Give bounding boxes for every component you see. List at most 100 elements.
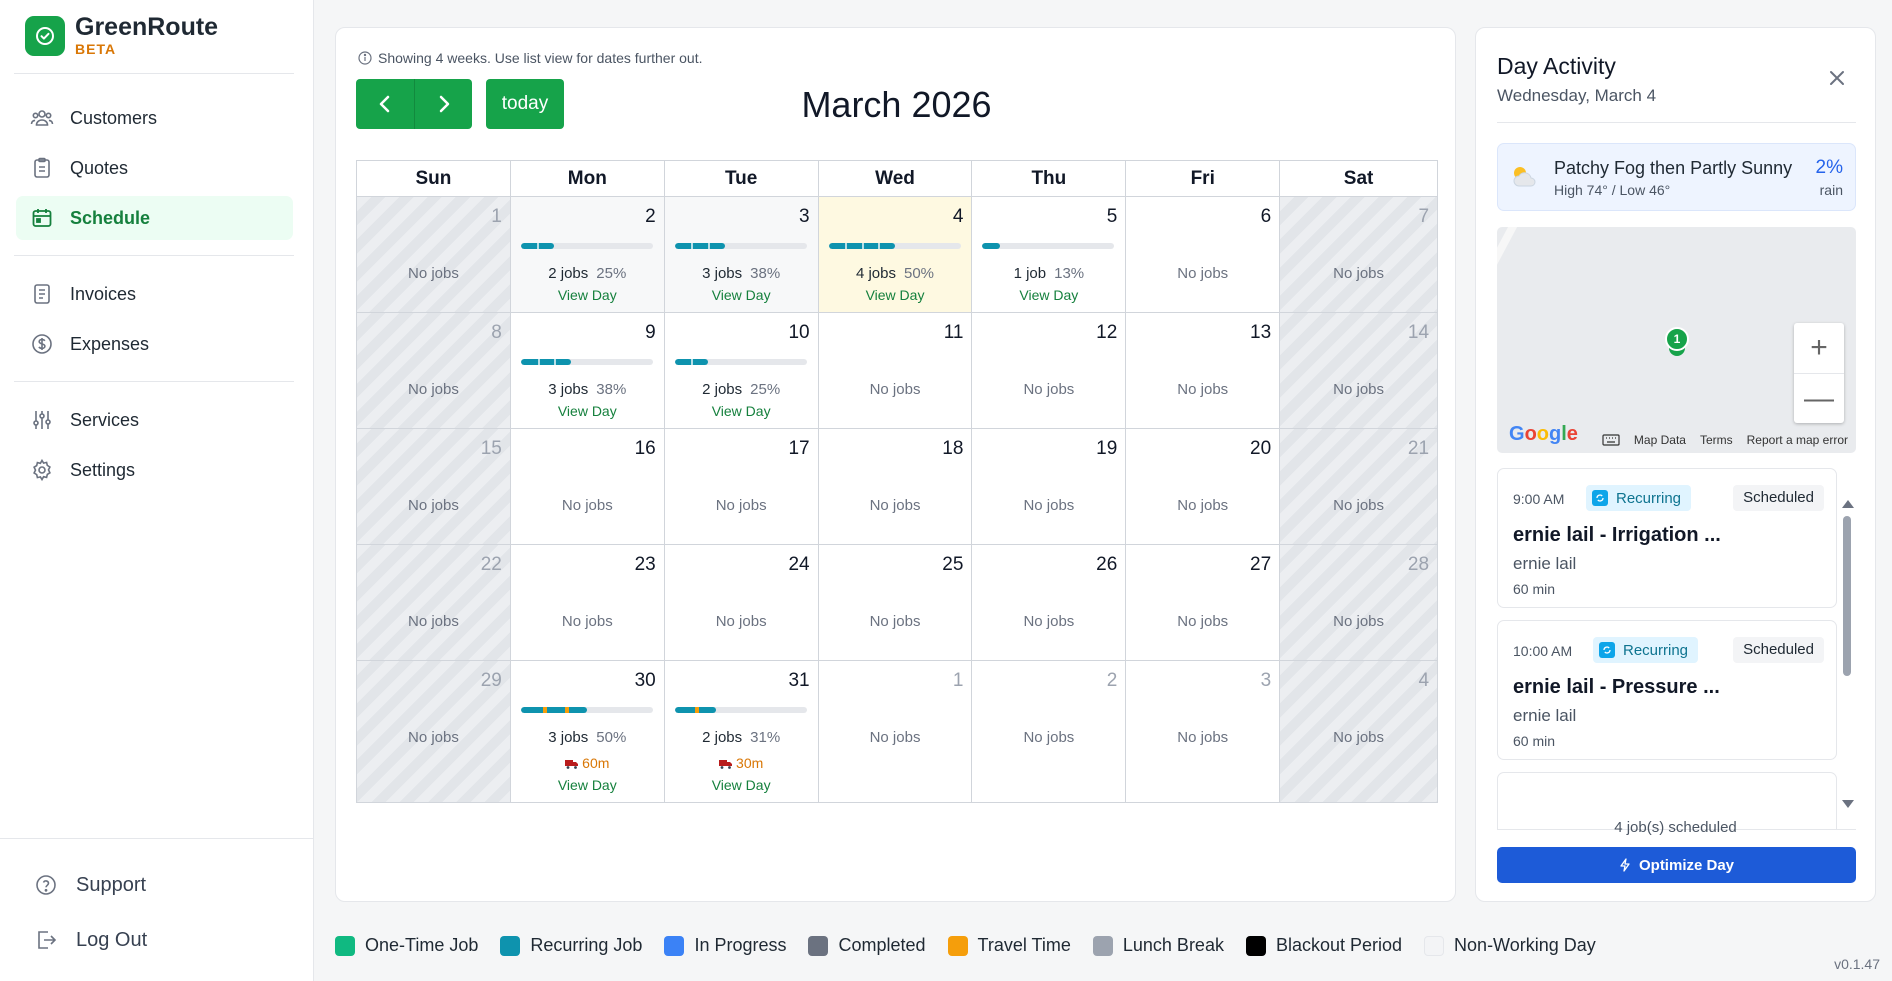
calendar-day-cell[interactable]: 5 1 job 13% View Day (972, 197, 1127, 313)
sidebar-item-quotes[interactable]: Quotes (16, 146, 293, 190)
today-button[interactable]: today (486, 79, 564, 129)
legend-swatch (500, 935, 521, 956)
calendar-day-cell[interactable]: 3 No jobs (1126, 661, 1281, 803)
calendar-day-cell[interactable]: 29 No jobs (357, 661, 511, 803)
no-jobs-label: No jobs (1023, 497, 1075, 514)
job-card[interactable]: 9:00 AM Recurring Scheduled ernie lail -… (1497, 468, 1837, 608)
calendar-day-cell[interactable]: 4 No jobs (1280, 661, 1439, 803)
calendar-week-row: 1 No jobs 2 2 jobs 25% View Day 3 3 jobs 38% View… (357, 197, 1439, 313)
zoom-in-button[interactable]: + (1794, 323, 1844, 373)
optimize-day-button[interactable]: Optimize Day (1497, 847, 1856, 883)
calendar-day-cell[interactable]: 2 2 jobs 25% View Day (510, 197, 665, 313)
map-terms-link[interactable]: Terms (1700, 433, 1733, 447)
calendar-day-cell[interactable]: 28 No jobs (1280, 545, 1439, 661)
sidebar-item-settings[interactable]: Settings (16, 448, 293, 492)
view-day-link[interactable]: View Day (511, 287, 664, 303)
calendar-day-cell[interactable]: 6 No jobs (1126, 197, 1281, 313)
calendar-day-cell[interactable]: 21 No jobs (1280, 429, 1439, 545)
day-number: 22 (480, 554, 502, 575)
calendar-day-cell[interactable]: 8 No jobs (357, 313, 511, 429)
recurring-icon (1599, 642, 1615, 658)
sidebar-item-expenses[interactable]: Expenses (16, 322, 293, 366)
calendar-day-cell[interactable]: 17 No jobs (664, 429, 819, 545)
view-day-link[interactable]: View Day (511, 777, 664, 793)
next-month-button[interactable] (414, 79, 472, 129)
capacity-bar (520, 243, 653, 249)
legend-swatch (808, 935, 829, 956)
no-jobs-label: No jobs (1177, 497, 1229, 514)
day-number: 12 (1096, 322, 1118, 343)
calendar-day-cell[interactable]: 14 No jobs (1280, 313, 1439, 429)
calendar-day-cell[interactable]: 23 No jobs (510, 545, 665, 661)
calendar-day-cell[interactable]: 2 No jobs (972, 661, 1127, 803)
brand[interactable]: GreenRoute BETA (25, 14, 218, 58)
calendar-day-cell[interactable]: 9 3 jobs 38% View Day (510, 313, 665, 429)
calendar-day-cell[interactable]: 13 No jobs (1126, 313, 1281, 429)
gear-icon (30, 458, 54, 482)
calendar-day-cell[interactable]: 1 No jobs (818, 661, 973, 803)
sidebar-item-services[interactable]: Services (16, 398, 293, 442)
scroll-down-arrow[interactable] (1842, 800, 1854, 808)
day-map[interactable]: 1 + — Google Map Data Terms Report a map… (1497, 227, 1856, 453)
calendar-day-cell[interactable]: 31 2 jobs 31% 30m View Day (664, 661, 819, 803)
close-panel-button[interactable] (1825, 66, 1849, 90)
calendar-day-cell[interactable]: 25 No jobs (818, 545, 973, 661)
sidebar-item-label: Quotes (70, 157, 129, 178)
no-jobs-label: No jobs (869, 497, 921, 514)
calendar-card: Showing 4 weeks. Use list view for dates… (335, 27, 1456, 902)
calendar-day-cell[interactable]: 24 No jobs (664, 545, 819, 661)
calendar-day-cell[interactable]: 16 No jobs (510, 429, 665, 545)
legend-label: One-Time Job (365, 935, 479, 955)
prev-month-button[interactable] (356, 79, 414, 129)
day-number: 13 (1250, 322, 1272, 343)
view-day-link[interactable]: View Day (972, 287, 1125, 303)
travel-time-segment (564, 707, 569, 713)
day-number: 23 (634, 554, 656, 575)
calendar-day-cell[interactable]: 1 No jobs (357, 197, 511, 313)
job-list-scrollbar[interactable] (1842, 500, 1854, 808)
view-day-link[interactable]: View Day (819, 287, 972, 303)
calendar-day-cell[interactable]: 12 No jobs (972, 313, 1127, 429)
view-day-link[interactable]: View Day (511, 403, 664, 419)
map-data-link[interactable]: Map Data (1634, 433, 1686, 447)
scroll-thumb[interactable] (1843, 516, 1851, 676)
sidebar-item-customers[interactable]: Customers (16, 96, 293, 140)
logout-button[interactable]: Log Out (34, 928, 147, 952)
calendar-day-cell[interactable]: 4 4 jobs 50% View Day (818, 197, 973, 313)
calendar-day-cell[interactable]: 22 No jobs (357, 545, 511, 661)
calendar-day-cell[interactable]: 7 No jobs (1280, 197, 1439, 313)
support-link[interactable]: Support (34, 873, 146, 897)
job-card[interactable]: 10:00 AM Recurring Scheduled ernie lail … (1497, 620, 1837, 760)
map-report-link[interactable]: Report a map error (1747, 433, 1848, 447)
calendar-day-cell[interactable]: 15 No jobs (357, 429, 511, 545)
day-number: 15 (480, 438, 502, 459)
weekday-header-cell: Sat (1280, 161, 1439, 197)
calendar-day-cell[interactable]: 11 No jobs (818, 313, 973, 429)
sidebar-item-invoices[interactable]: Invoices (16, 272, 293, 316)
calendar-day-cell[interactable]: 10 2 jobs 25% View Day (664, 313, 819, 429)
day-number: 6 (1260, 206, 1272, 227)
calendar-day-cell[interactable]: 20 No jobs (1126, 429, 1281, 545)
scroll-up-arrow[interactable] (1842, 500, 1854, 508)
info-icon (358, 51, 372, 65)
calendar-day-cell[interactable]: 3 3 jobs 38% View Day (664, 197, 819, 313)
view-day-link[interactable]: View Day (665, 777, 818, 793)
sidebar-item-schedule[interactable]: Schedule (16, 196, 293, 240)
day-number: 14 (1407, 322, 1430, 343)
map-pin[interactable]: 1 (1665, 327, 1689, 351)
calendar-day-cell[interactable]: 18 No jobs (818, 429, 973, 545)
job-count: 4 jobs (855, 265, 896, 282)
view-day-link[interactable]: View Day (665, 287, 818, 303)
calendar-day-cell[interactable]: 19 No jobs (972, 429, 1127, 545)
view-day-link[interactable]: View Day (665, 403, 818, 419)
calendar-day-cell[interactable]: 27 No jobs (1126, 545, 1281, 661)
sidebar-item-label: Settings (70, 459, 136, 480)
sidebar-item-label: Expenses (70, 333, 150, 354)
sidebar-item-label: Customers (70, 107, 158, 128)
zoom-out-button[interactable]: — (1794, 373, 1844, 423)
calendar-day-cell[interactable]: 26 No jobs (972, 545, 1127, 661)
job-title: ernie lail - Pressure ... (1513, 676, 1720, 698)
day-number: 1 (491, 206, 502, 227)
calendar-day-cell[interactable]: 30 3 jobs 50% 60m View Day (510, 661, 665, 803)
day-number: 26 (1096, 554, 1118, 575)
